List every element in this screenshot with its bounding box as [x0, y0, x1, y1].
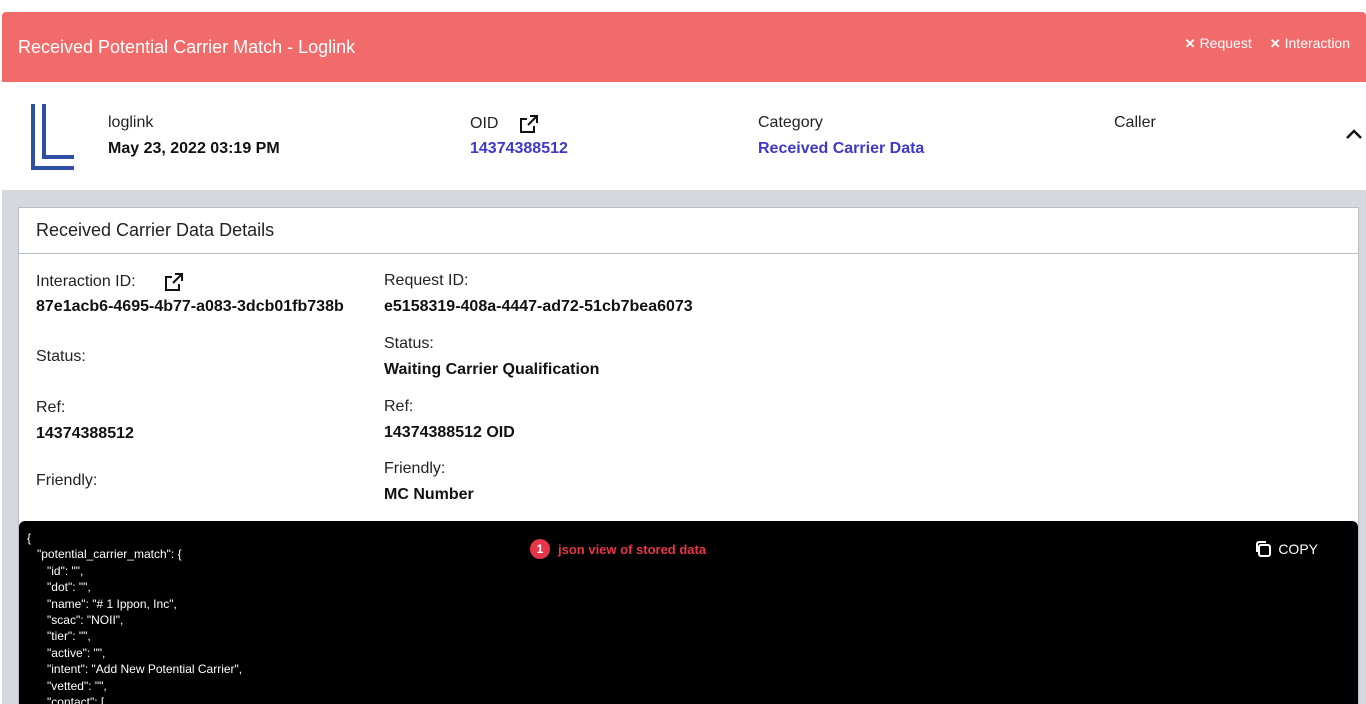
caller-block: Caller	[1114, 114, 1156, 132]
header-banner: Received Potential Carrier Match - Logli…	[2, 12, 1366, 82]
oid-label: OID	[470, 115, 499, 133]
close-icon: ✕	[1184, 35, 1196, 51]
left-ref-label: Ref:	[36, 399, 66, 416]
status-value: Waiting Carrier Qualification	[384, 361, 600, 378]
left-ref-value: 14374388512	[36, 425, 134, 442]
interaction-id-field: Interaction ID: 87e1acb6-4695-4b77-a083-…	[36, 272, 344, 316]
close-request-label: Request	[1199, 35, 1252, 51]
json-code: { "potential_carrier_match": { "id": "",…	[27, 531, 243, 704]
category-label: Category	[758, 114, 823, 131]
left-friendly-label: Friendly:	[36, 472, 98, 489]
right-friendly-field: Friendly: MC Number	[384, 460, 474, 504]
source-block: loglink May 23, 2022 03:19 PM	[108, 114, 280, 158]
annotation-callout: 1 json view of stored data	[530, 539, 706, 559]
left-friendly-field: Friendly:	[36, 472, 97, 490]
right-status-field: Status: Waiting Carrier Qualification	[384, 335, 599, 379]
left-ref-field: Ref: 14374388512	[36, 399, 134, 443]
copy-button[interactable]: COPY	[1254, 540, 1318, 558]
right-ref-value: 14374388512 OID	[384, 424, 515, 441]
caller-label: Caller	[1114, 114, 1156, 131]
oid-link[interactable]: 14374388512	[470, 140, 568, 158]
card-title: Received Carrier Data Details	[19, 208, 1358, 254]
close-request-button[interactable]: ✕ Request	[1185, 35, 1252, 51]
banner-actions: ✕ Request ✕ Interaction	[1185, 35, 1350, 51]
page-title: Received Potential Carrier Match - Logli…	[18, 37, 356, 57]
copy-icon	[1256, 541, 1272, 557]
close-interaction-button[interactable]: ✕ Interaction	[1270, 35, 1350, 51]
page: Received Potential Carrier Match - Logli…	[0, 0, 1366, 704]
right-friendly-label: Friendly:	[384, 460, 446, 477]
interaction-id-label: Interaction ID:	[36, 273, 136, 291]
request-id-field: Request ID: e5158319-408a-4447-ad72-51cb…	[384, 272, 693, 316]
copy-label: COPY	[1278, 541, 1318, 557]
close-icon: ✕	[1269, 35, 1281, 51]
category-link[interactable]: Received Carrier Data	[758, 140, 924, 158]
category-block: Category Received Carrier Data	[758, 114, 924, 158]
external-link-icon[interactable]	[519, 114, 539, 134]
summary-bar: loglink May 23, 2022 03:19 PM OID 143743…	[2, 82, 1366, 190]
right-status-label: Status:	[384, 335, 434, 352]
right-ref-label: Ref:	[384, 398, 414, 415]
interaction-id-value: 87e1acb6-4695-4b77-a083-3dcb01fb738b	[36, 298, 344, 315]
event-datetime: May 23, 2022 03:19 PM	[108, 140, 280, 157]
oid-block: OID 14374388512	[470, 114, 568, 158]
loglink-logo-icon	[31, 104, 74, 170]
source-name: loglink	[108, 114, 154, 131]
external-link-icon[interactable]	[164, 272, 184, 292]
left-status-field: Status:	[36, 348, 86, 366]
friendly-value: MC Number	[384, 486, 474, 503]
annotation-text: json view of stored data	[558, 541, 707, 557]
chevron-up-icon[interactable]	[1344, 126, 1364, 142]
right-ref-field: Ref: 14374388512 OID	[384, 398, 515, 442]
request-id-value: e5158319-408a-4447-ad72-51cb7bea6073	[384, 298, 693, 315]
annotation-badge: 1	[530, 539, 550, 559]
left-status-label: Status:	[36, 348, 86, 365]
json-view-panel[interactable]: { "potential_carrier_match": { "id": "",…	[19, 521, 1358, 704]
request-id-label: Request ID:	[384, 272, 469, 289]
close-interaction-label: Interaction	[1284, 35, 1350, 51]
